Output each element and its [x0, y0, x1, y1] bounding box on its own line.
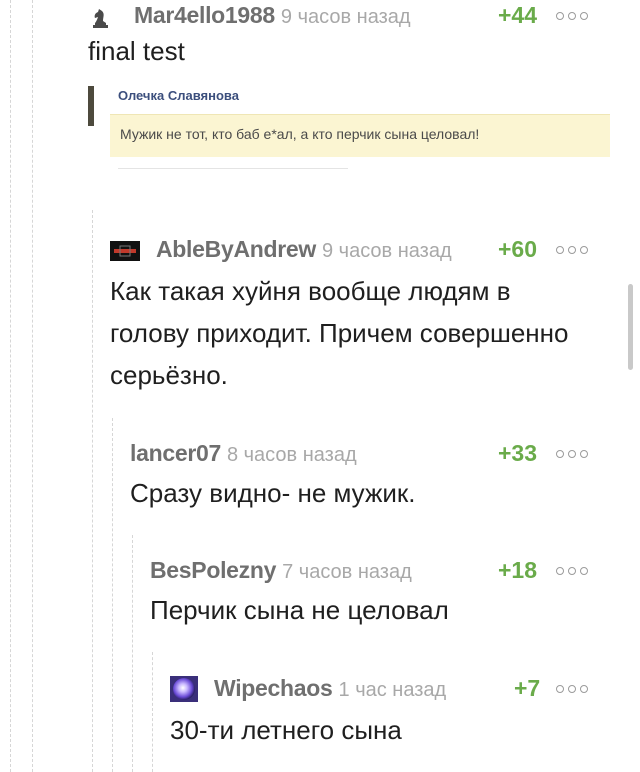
comment-author[interactable]: Mar4ello1988 9 часов назад [134, 2, 411, 29]
divider [118, 168, 348, 169]
comment-rating: +44 [498, 2, 538, 28]
comment-header: BesPolezny 7 часов назад +18 [150, 557, 640, 587]
comment-author[interactable]: lancer07 8 часов назад [130, 440, 357, 467]
comment-time: 8 часов назад [226, 444, 357, 466]
author-name[interactable]: Wipechaos [214, 675, 333, 701]
thread-line [112, 418, 113, 772]
comment-time: 9 часов назад [280, 6, 411, 28]
more-options-icon[interactable] [556, 12, 588, 20]
comment: AbleByAndrew 9 часов назад +60 Как такая … [110, 236, 640, 406]
dark-logo-avatar-icon[interactable] [110, 241, 140, 261]
comment: lancer07 8 часов назад +33 Сразу видно- н… [130, 440, 640, 520]
comment-text: Перчик сына не целовал [150, 595, 449, 625]
thread-line [32, 0, 33, 772]
comment-rating: +60 [498, 236, 538, 262]
more-options-icon[interactable] [556, 685, 588, 693]
author-name[interactable]: Mar4ello1988 [134, 2, 275, 28]
comment-header: lancer07 8 часов назад +33 [130, 440, 640, 470]
comment-header: AbleByAndrew 9 часов назад +60 [110, 236, 640, 266]
comment-header: Wipechaos 1 час назад +7 [170, 675, 640, 705]
purple-orb-avatar-icon[interactable] [170, 676, 198, 702]
embedded-image[interactable]: Олечка Славянова Мужик не тот, кто баб е… [88, 80, 616, 176]
quote-text: Мужик не тот, кто баб е*ал, а кто перчик… [120, 126, 480, 142]
comment-time: 7 часов назад [282, 561, 412, 583]
comment-rating: +33 [498, 440, 538, 466]
comment-author[interactable]: BesPolezny 7 часов назад [150, 557, 412, 584]
author-name[interactable]: lancer07 [130, 440, 221, 466]
comment-rating: +18 [498, 557, 538, 583]
embedded-avatar [88, 86, 94, 126]
comment-time: 9 часов назад [321, 240, 452, 262]
embedded-author: Олечка Славянова [118, 88, 239, 103]
more-options-icon[interactable] [556, 567, 588, 575]
more-options-icon[interactable] [556, 246, 588, 254]
thread-line [132, 535, 133, 772]
comment-text: Сразу видно- не мужик. [130, 478, 416, 508]
thread-line [92, 210, 93, 772]
thread-line [152, 652, 153, 772]
author-name[interactable]: AbleByAndrew [156, 236, 316, 262]
author-name[interactable]: BesPolezny [150, 557, 276, 583]
more-options-icon[interactable] [556, 450, 588, 458]
comment: BesPolezny 7 часов назад +18 Перчик сына … [150, 557, 640, 637]
thread-line [10, 0, 11, 772]
scrollbar[interactable] [628, 284, 633, 370]
comment-text: 30-ти летнего сына [170, 715, 402, 745]
chess-knight-icon[interactable] [88, 6, 112, 28]
quote-box: Мужик не тот, кто баб е*ал, а кто перчик… [110, 114, 610, 157]
comment-text: final test [88, 36, 185, 66]
comment-time: 1 час назад [338, 679, 447, 701]
comment-author[interactable]: AbleByAndrew 9 часов назад [156, 236, 452, 263]
comment-rating: +7 [514, 675, 541, 701]
comment-text: Как такая хуйня вообще людям в голову пр… [110, 276, 569, 390]
comment-header: Mar4ello1988 9 часов назад +44 [88, 2, 640, 32]
comment: Wipechaos 1 час назад +7 30-ти летнего сы… [170, 675, 640, 755]
comment-author[interactable]: Wipechaos 1 час назад [214, 675, 446, 702]
